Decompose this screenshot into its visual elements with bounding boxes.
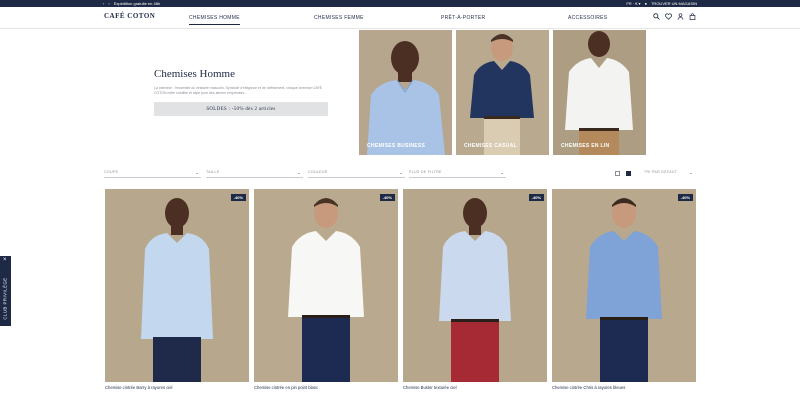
nav-pret-a-porter[interactable]: PRÊT-À-PORTER <box>441 15 485 21</box>
nav-chemises-femme[interactable]: CHEMISES FEMME <box>314 15 364 21</box>
product-card-1[interactable]: -40% <box>105 189 249 382</box>
main-nav: CAFÉ COTON CHEMISES HOMME CHEMISES FEMME… <box>0 7 800 29</box>
search-icon[interactable] <box>653 13 660 20</box>
category-casual-image <box>456 30 549 155</box>
product-card-2[interactable]: -40% <box>254 189 398 382</box>
product-name-3[interactable]: Chemise Buster texturée ciel <box>403 385 457 390</box>
product-image <box>254 189 398 382</box>
product-image <box>403 189 547 382</box>
page-title: Chemises Homme <box>154 68 235 80</box>
announcement-text: Expédition gratuite en 48h <box>113 1 161 6</box>
discount-badge: -40% <box>677 194 693 201</box>
product-name-2[interactable]: Chemise cintrée en pin point blanc <box>254 385 318 390</box>
category-linen-image <box>553 30 646 155</box>
store-locator-link[interactable]: TROUVER UN MAGASIN <box>651 1 697 6</box>
sort-select[interactable]: TRI PAR DÉFAUT ⌄ <box>644 170 693 178</box>
chevron-down-icon: ⌄ <box>195 170 199 175</box>
club-privilege-tab[interactable]: × CLUB PRIVILÈGE <box>0 256 11 326</box>
nav-icons <box>653 13 696 20</box>
club-privilege-label: CLUB PRIVILÈGE <box>3 276 8 320</box>
filter-plus[interactable]: PLUS DE FILTRE ⌄ <box>409 170 506 178</box>
category-business[interactable]: CHEMISES BUSINESS <box>359 30 452 155</box>
chevron-down-icon: ⌄ <box>689 170 693 175</box>
filter-taille[interactable]: TAILLE ⌄ <box>206 170 303 178</box>
category-business-label: CHEMISES BUSINESS <box>367 143 426 149</box>
announcement-bar: ‹ › Expédition gratuite en 48h FR · € ▾ … <box>0 0 800 7</box>
category-linen[interactable]: CHEMISES EN LIN <box>553 30 646 155</box>
view-toggle <box>615 171 631 176</box>
discount-badge: -40% <box>528 194 544 201</box>
language-selector[interactable]: FR · € ▾ <box>626 1 640 6</box>
discount-badge: -40% <box>379 194 395 201</box>
category-casual-label: CHEMISES CASUAL <box>464 143 517 149</box>
product-card-4[interactable]: -40% <box>552 189 696 382</box>
chevron-down-icon: ⌄ <box>399 170 403 175</box>
category-linen-label: CHEMISES EN LIN <box>561 143 610 149</box>
discount-badge: -40% <box>230 194 246 201</box>
product-name-4[interactable]: Chemise cintrée Chris à rayures bleues <box>552 385 625 390</box>
location-icon: ● <box>644 1 647 6</box>
filter-coupe[interactable]: COUPE ⌄ <box>104 170 201 178</box>
filter-couleur-label: COULEUR <box>308 170 328 174</box>
product-image <box>552 189 696 382</box>
page-description: La chemise : l'essentiel du vestiaire ma… <box>154 86 322 95</box>
bag-icon[interactable] <box>689 13 696 20</box>
category-business-image <box>359 30 452 155</box>
promo-banner[interactable]: SOLDES : -50% dès 2 articles <box>154 102 328 116</box>
grid-small-icon[interactable] <box>626 171 631 176</box>
user-icon[interactable] <box>677 13 684 20</box>
nav-accessoires[interactable]: ACCESSOIRES <box>568 15 607 21</box>
chevron-right-icon[interactable]: › <box>108 1 109 6</box>
close-icon[interactable]: × <box>3 257 7 263</box>
logo[interactable]: CAFÉ COTON <box>104 12 155 20</box>
product-name-1[interactable]: Chemise cintrée Barry à rayures ciel <box>105 385 173 390</box>
filter-taille-label: TAILLE <box>206 170 220 174</box>
filter-coupe-label: COUPE <box>104 170 119 174</box>
chevron-down-icon: ⌄ <box>500 170 504 175</box>
chevron-left-icon[interactable]: ‹ <box>103 1 104 6</box>
product-image <box>105 189 249 382</box>
category-casual[interactable]: CHEMISES CASUAL <box>456 30 549 155</box>
filter-couleur[interactable]: COULEUR ⌄ <box>308 170 405 178</box>
sort-label: TRI PAR DÉFAUT <box>644 170 678 174</box>
filter-plus-label: PLUS DE FILTRE <box>409 170 442 174</box>
nav-chemises-homme[interactable]: CHEMISES HOMME <box>189 15 240 25</box>
chevron-down-icon: ⌄ <box>297 170 301 175</box>
grid-large-icon[interactable] <box>615 171 620 176</box>
product-card-3[interactable]: -40% <box>403 189 547 382</box>
heart-icon[interactable] <box>665 13 672 20</box>
